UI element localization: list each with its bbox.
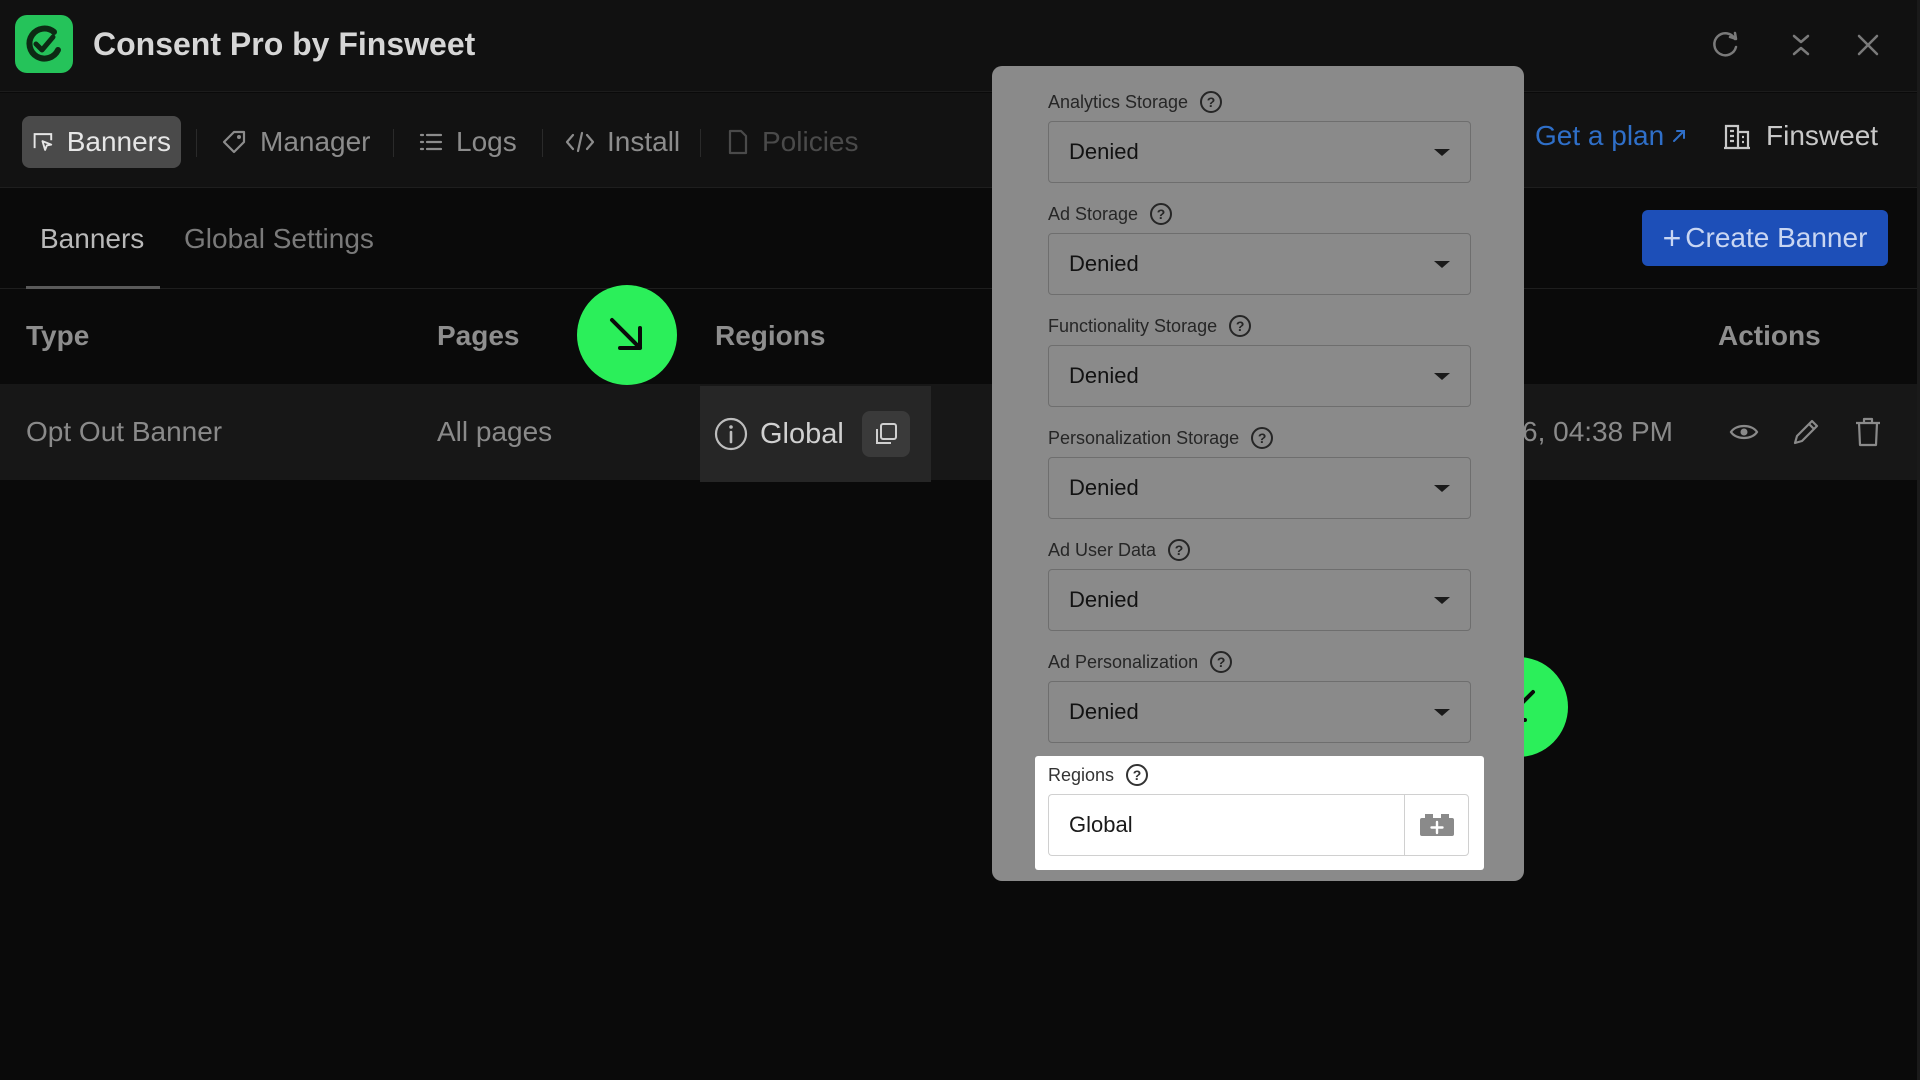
- caret-down-icon: [1434, 373, 1450, 380]
- field-label-text: Personalization Storage: [1048, 427, 1240, 448]
- nav-divider: [700, 129, 701, 157]
- arrow-down-right-marker-icon: [577, 285, 677, 385]
- functionality-storage-label: Functionality Storage ?: [1048, 315, 1252, 337]
- field-label-text: Functionality Storage: [1048, 315, 1218, 336]
- select-value: Denied: [1069, 475, 1139, 500]
- caret-down-icon: [1434, 261, 1450, 268]
- workspace-switcher[interactable]: Finsweet: [1722, 120, 1878, 152]
- ad-personalization-label: Ad Personalization ?: [1048, 651, 1233, 673]
- select-value: Denied: [1069, 139, 1139, 164]
- field-label-text: Ad Storage: [1048, 203, 1139, 224]
- delete-trash-icon[interactable]: [1848, 412, 1888, 452]
- document-icon: [728, 129, 748, 155]
- column-header-regions: Regions: [715, 320, 826, 351]
- banner-regions-cell: Global: [700, 386, 931, 482]
- column-header-actions: Actions: [1718, 320, 1821, 351]
- select-value: Denied: [1069, 251, 1139, 276]
- banner-icon: [33, 133, 53, 151]
- banner-type-cell: Opt Out Banner: [26, 416, 223, 447]
- select-value: Denied: [1069, 699, 1139, 724]
- region-value: Global: [760, 417, 844, 450]
- help-icon[interactable]: ?: [1126, 764, 1149, 786]
- nav-item-label: Install: [607, 126, 681, 157]
- field-label-text: Analytics Storage: [1048, 91, 1189, 112]
- column-header-pages: Pages: [437, 320, 520, 351]
- help-icon[interactable]: ?: [1150, 203, 1173, 225]
- ad-storage-label: Ad Storage ?: [1048, 203, 1173, 225]
- building-icon: [1724, 124, 1750, 150]
- nav-divider: [542, 129, 543, 157]
- field-label-text: Regions: [1048, 764, 1115, 785]
- column-header-type: Type: [26, 320, 90, 351]
- title-bar: Consent Pro by Finsweet: [0, 0, 1920, 92]
- analytics-storage-label: Analytics Storage ?: [1048, 91, 1223, 113]
- analytics-storage-select[interactable]: Denied: [1048, 121, 1471, 183]
- help-icon[interactable]: ?: [1210, 651, 1233, 673]
- preview-eye-icon[interactable]: [1724, 412, 1764, 452]
- caret-down-icon: [1434, 485, 1450, 492]
- help-icon[interactable]: ?: [1168, 539, 1191, 561]
- nav-item-manager[interactable]: Manager: [210, 116, 381, 168]
- tag-icon: [222, 130, 246, 154]
- nav-item-label: Manager: [260, 126, 371, 157]
- functionality-storage-select[interactable]: Denied: [1048, 345, 1471, 407]
- help-icon[interactable]: ?: [1200, 91, 1223, 113]
- nav-item-banners[interactable]: Banners: [22, 116, 181, 168]
- add-region-button[interactable]: [1404, 794, 1469, 856]
- create-banner-button[interactable]: + Create Banner: [1642, 210, 1888, 266]
- nav-item-logs[interactable]: Logs: [408, 116, 527, 168]
- active-tab-indicator: [26, 286, 160, 289]
- personalization-storage-label: Personalization Storage ?: [1048, 427, 1274, 449]
- field-label-text: Ad Personalization: [1048, 651, 1199, 672]
- nav-divider: [196, 129, 197, 157]
- tab-banners[interactable]: Banners: [40, 223, 144, 255]
- refresh-icon[interactable]: [1705, 25, 1745, 65]
- edit-pencil-icon[interactable]: [1786, 412, 1826, 452]
- code-icon: [565, 131, 595, 153]
- get-plan-link[interactable]: Get a plan: [1535, 120, 1688, 152]
- nav-item-label: Policies: [762, 126, 859, 157]
- copy-icon: [875, 423, 897, 444]
- ad-user-data-label: Ad User Data ?: [1048, 539, 1191, 561]
- nav-item-install[interactable]: Install: [555, 116, 690, 168]
- get-plan-label: Get a plan: [1535, 120, 1665, 151]
- nav-divider: [393, 129, 394, 157]
- select-value: Denied: [1069, 587, 1139, 612]
- add-region-icon: [1419, 814, 1454, 836]
- app-title: Consent Pro by Finsweet: [93, 26, 476, 62]
- nav-item-policies[interactable]: Policies: [716, 116, 868, 168]
- personalization-storage-select[interactable]: Denied: [1048, 457, 1471, 519]
- select-value: Denied: [1069, 363, 1139, 388]
- banner-updated-date: 6, 04:38 PM: [1522, 416, 1673, 447]
- plus-icon: +: [1662, 220, 1682, 256]
- help-icon[interactable]: ?: [1251, 427, 1274, 449]
- ad-storage-select[interactable]: Denied: [1048, 233, 1471, 295]
- external-link-icon: [1673, 130, 1686, 142]
- collapse-icon[interactable]: [1781, 25, 1821, 65]
- nav-item-label: Logs: [456, 126, 517, 157]
- banner-pages-cell: All pages: [437, 416, 553, 447]
- nav-item-label: Banners: [66, 126, 171, 157]
- ad-user-data-select[interactable]: Denied: [1048, 569, 1471, 631]
- info-icon[interactable]: [714, 417, 748, 451]
- regions-label: Regions ?: [1048, 764, 1149, 786]
- tab-global-settings[interactable]: Global Settings: [184, 223, 374, 255]
- caret-down-icon: [1434, 709, 1450, 716]
- sub-tabs: Banners Global Settings: [0, 189, 1920, 289]
- create-banner-label: Create Banner: [1685, 222, 1868, 253]
- copy-button[interactable]: [861, 411, 910, 457]
- close-icon[interactable]: [1848, 25, 1888, 65]
- help-icon[interactable]: ?: [1229, 315, 1252, 337]
- app-logo-icon: [15, 15, 73, 73]
- regions-value: Global: [1069, 812, 1133, 837]
- field-label-text: Ad User Data: [1048, 539, 1157, 560]
- caret-down-icon: [1434, 149, 1450, 156]
- regions-input[interactable]: Global: [1048, 794, 1404, 856]
- workspace-name: Finsweet: [1766, 120, 1879, 151]
- caret-down-icon: [1434, 597, 1450, 604]
- ad-personalization-select[interactable]: Denied: [1048, 681, 1471, 743]
- list-icon: [419, 133, 443, 151]
